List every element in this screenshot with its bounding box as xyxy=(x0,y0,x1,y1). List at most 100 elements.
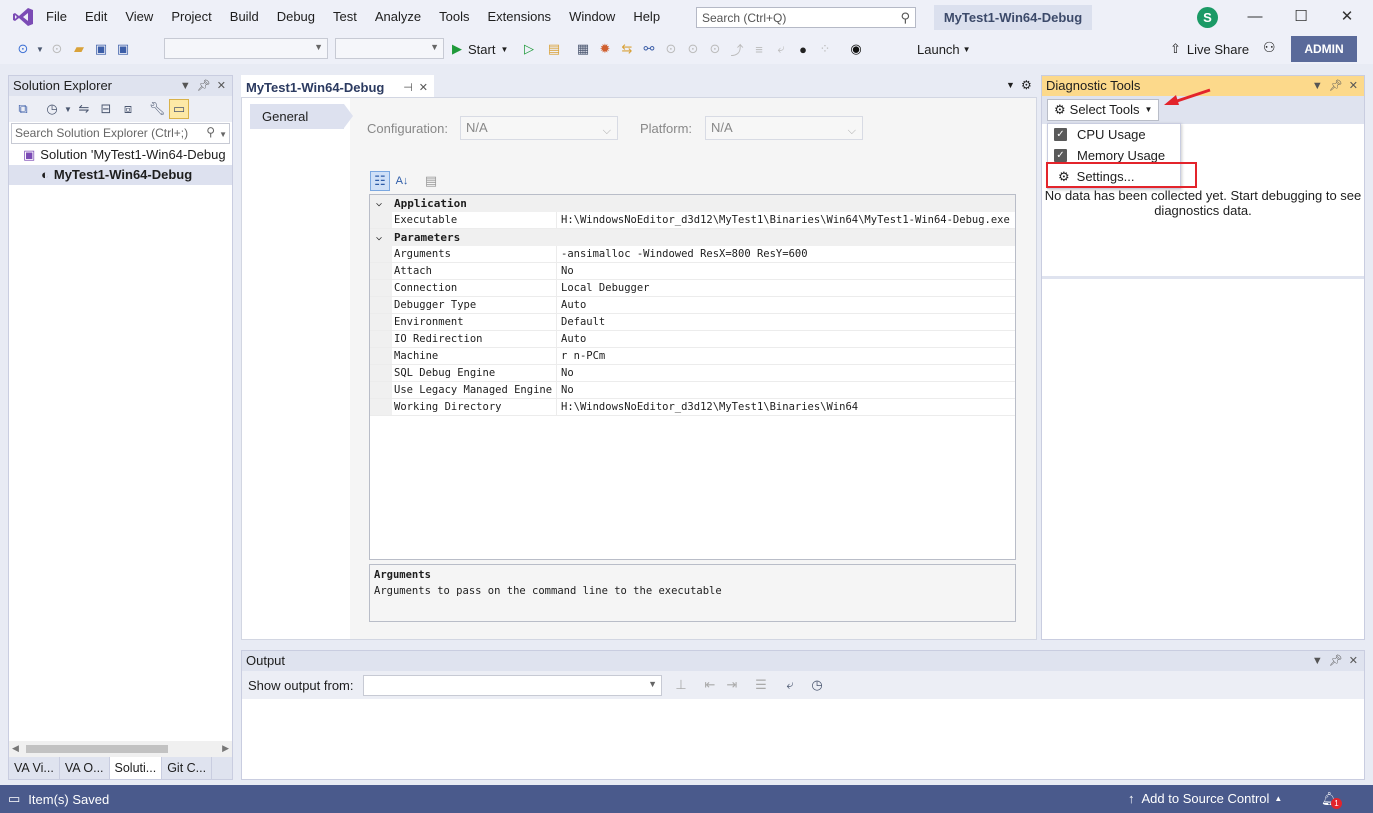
close-icon[interactable]: ✕ xyxy=(1324,0,1370,34)
output-source-dropdown[interactable]: ▼ xyxy=(363,675,662,696)
section-application[interactable]: ⌵ Application xyxy=(370,195,1015,212)
horizontal-scrollbar[interactable]: ◀ ▶ xyxy=(9,741,232,757)
feedback-icon[interactable]: ⚇ xyxy=(1263,39,1276,56)
property-row[interactable]: Arguments -ansimalloc -Windowed ResX=800 … xyxy=(370,246,1015,263)
add-to-source-control-button[interactable]: ↑ Add to Source Control ▲ xyxy=(1128,791,1282,806)
pin-icon[interactable]: 📌︎ xyxy=(197,76,211,96)
collapse-icon[interactable]: ⌵ xyxy=(376,229,382,246)
clock-icon[interactable]: ◷ xyxy=(807,675,827,695)
menu-build[interactable]: Build xyxy=(221,0,268,34)
collapse-icon[interactable]: ⌵ xyxy=(376,195,382,212)
chevron-down-icon[interactable]: ▼ xyxy=(35,39,45,59)
pin-icon[interactable]: 📌︎ xyxy=(1329,76,1343,96)
browse-icon[interactable]: ▤ xyxy=(544,39,564,59)
property-row[interactable]: Debugger Type Auto xyxy=(370,297,1015,314)
close-icon[interactable]: ✕ xyxy=(1349,651,1358,671)
tree-item-solution[interactable]: ▣ Solution 'MyTest1-Win64-Debug xyxy=(9,145,232,165)
platform-dropdown[interactable]: N/A ⌵ xyxy=(705,116,863,140)
property-row[interactable]: Attach No xyxy=(370,263,1015,280)
checkbox-checked-icon[interactable]: ✓ xyxy=(1054,149,1067,162)
sort-alpha-icon[interactable]: A↓ xyxy=(392,171,412,191)
menu-file[interactable]: File xyxy=(37,0,76,34)
tab-va-view[interactable]: VA Vi... xyxy=(9,757,60,779)
save-all-icon[interactable]: ▣ xyxy=(113,39,133,59)
property-row[interactable]: IO Redirection Auto xyxy=(370,331,1015,348)
minimize-icon[interactable]: — xyxy=(1232,0,1278,34)
menu-item-cpu-usage[interactable]: ✓ CPU Usage xyxy=(1048,124,1180,145)
menu-window[interactable]: Window xyxy=(560,0,624,34)
property-row[interactable]: Executable H:\WindowsNoEditor_d3d12\MyTes… xyxy=(370,212,1015,229)
property-row[interactable]: Machine r n-PCm xyxy=(370,348,1015,365)
properties-icon[interactable]: 🔧︎ xyxy=(147,99,167,119)
categorized-icon[interactable]: ☷ xyxy=(370,171,390,191)
menu-edit[interactable]: Edit xyxy=(76,0,116,34)
tab-solution-explorer[interactable]: Soluti... xyxy=(109,757,163,779)
tree-item-project[interactable]: ◐ MyTest1-Win64-Debug xyxy=(9,165,232,185)
solution-search-input[interactable]: Search Solution Explorer (Ctrl+;) ⚲ ▼ xyxy=(11,123,230,144)
platform-dropdown[interactable]: ▼ xyxy=(335,38,444,59)
step-icon[interactable]: ⇆ xyxy=(617,39,637,59)
nav-general[interactable]: General xyxy=(250,104,353,129)
menu-view[interactable]: View xyxy=(116,0,162,34)
property-row[interactable]: Use Legacy Managed Engine No xyxy=(370,382,1015,399)
chevron-down-icon[interactable]: ▼ xyxy=(1312,76,1323,96)
chevron-down-icon[interactable]: ▼ xyxy=(1312,651,1323,671)
property-row[interactable]: Environment Default xyxy=(370,314,1015,331)
scroll-left-icon[interactable]: ◀ xyxy=(12,743,19,754)
pin-icon[interactable]: ⊣ xyxy=(403,81,413,94)
chevron-down-icon[interactable]: ▼ xyxy=(180,76,191,96)
history-icon[interactable]: ◷ xyxy=(42,99,62,119)
forward-icon[interactable]: ⊙ xyxy=(47,39,67,59)
chevron-down-icon[interactable]: ▼ xyxy=(1006,80,1015,90)
section-parameters[interactable]: ⌵ Parameters xyxy=(370,229,1015,246)
menu-project[interactable]: Project xyxy=(162,0,220,34)
show-all-files-icon[interactable]: ⧈ xyxy=(118,99,138,119)
gear-icon[interactable]: ⚙ xyxy=(1021,78,1032,92)
property-pages-icon[interactable]: ▤ xyxy=(421,171,441,191)
menu-analyze[interactable]: Analyze xyxy=(366,0,430,34)
menu-tools[interactable]: Tools xyxy=(430,0,478,34)
tab-va-outline[interactable]: VA O... xyxy=(60,757,110,779)
start-button[interactable]: ▶ Start ▼ xyxy=(452,39,508,59)
close-icon[interactable]: ✕ xyxy=(217,76,226,96)
scroll-right-icon[interactable]: ▶ xyxy=(222,743,229,754)
chevron-down-icon[interactable]: ▼ xyxy=(64,99,72,119)
select-tools-button[interactable]: ⚙ Select Tools ▼ xyxy=(1047,99,1160,121)
tab-project-properties[interactable]: MyTest1-Win64-Debug ⊣ ✕ xyxy=(241,75,434,97)
search-input[interactable]: Search (Ctrl+Q) ⚲ xyxy=(696,7,916,28)
preview-icon[interactable]: ▭ xyxy=(169,99,189,119)
property-row[interactable]: SQL Debug Engine No xyxy=(370,365,1015,382)
pin-icon[interactable]: 📌︎ xyxy=(1329,651,1343,671)
menu-test[interactable]: Test xyxy=(324,0,366,34)
collapse-all-icon[interactable]: ⊟ xyxy=(96,99,116,119)
switch-views-icon[interactable]: ⧉ xyxy=(13,99,33,119)
property-row[interactable]: Connection Local Debugger xyxy=(370,280,1015,297)
save-icon[interactable]: ▣ xyxy=(91,39,111,59)
maximize-icon[interactable]: ☐ xyxy=(1278,0,1324,34)
menu-extensions[interactable]: Extensions xyxy=(478,0,560,34)
find-icon[interactable]: ⚯ xyxy=(639,39,659,59)
layout-icon[interactable]: ▦ xyxy=(573,39,593,59)
configuration-dropdown[interactable]: N/A ⌵ xyxy=(460,116,618,140)
start-without-debugging-icon[interactable]: ▷ xyxy=(519,39,539,59)
close-icon[interactable]: ✕ xyxy=(419,81,428,94)
tab-git-changes[interactable]: Git C... xyxy=(162,757,213,779)
splitter[interactable] xyxy=(1042,276,1364,279)
sync-icon[interactable]: ⇋ xyxy=(74,99,94,119)
launch-button[interactable]: Launch ▼ xyxy=(917,39,971,59)
open-folder-icon[interactable]: ▰ xyxy=(69,39,89,59)
target-icon[interactable]: ◉ xyxy=(846,39,866,59)
avatar[interactable]: S xyxy=(1197,7,1218,28)
scroll-thumb[interactable] xyxy=(26,745,168,753)
property-row[interactable]: Working Directory H:\WindowsNoEditor_d3d1… xyxy=(370,399,1015,416)
back-icon[interactable]: ⊙ xyxy=(13,39,33,59)
word-wrap-icon[interactable]: ⤶ xyxy=(780,675,800,695)
record-icon[interactable]: ● xyxy=(793,39,813,59)
checkbox-checked-icon[interactable]: ✓ xyxy=(1054,128,1067,141)
menu-debug[interactable]: Debug xyxy=(268,0,324,34)
debug-tool-icon[interactable]: ✹ xyxy=(595,39,615,59)
vs-logo-icon[interactable] xyxy=(12,7,34,27)
admin-badge[interactable]: ADMIN xyxy=(1291,36,1357,62)
config-dropdown[interactable]: ▼ xyxy=(164,38,328,59)
close-icon[interactable]: ✕ xyxy=(1349,76,1358,96)
